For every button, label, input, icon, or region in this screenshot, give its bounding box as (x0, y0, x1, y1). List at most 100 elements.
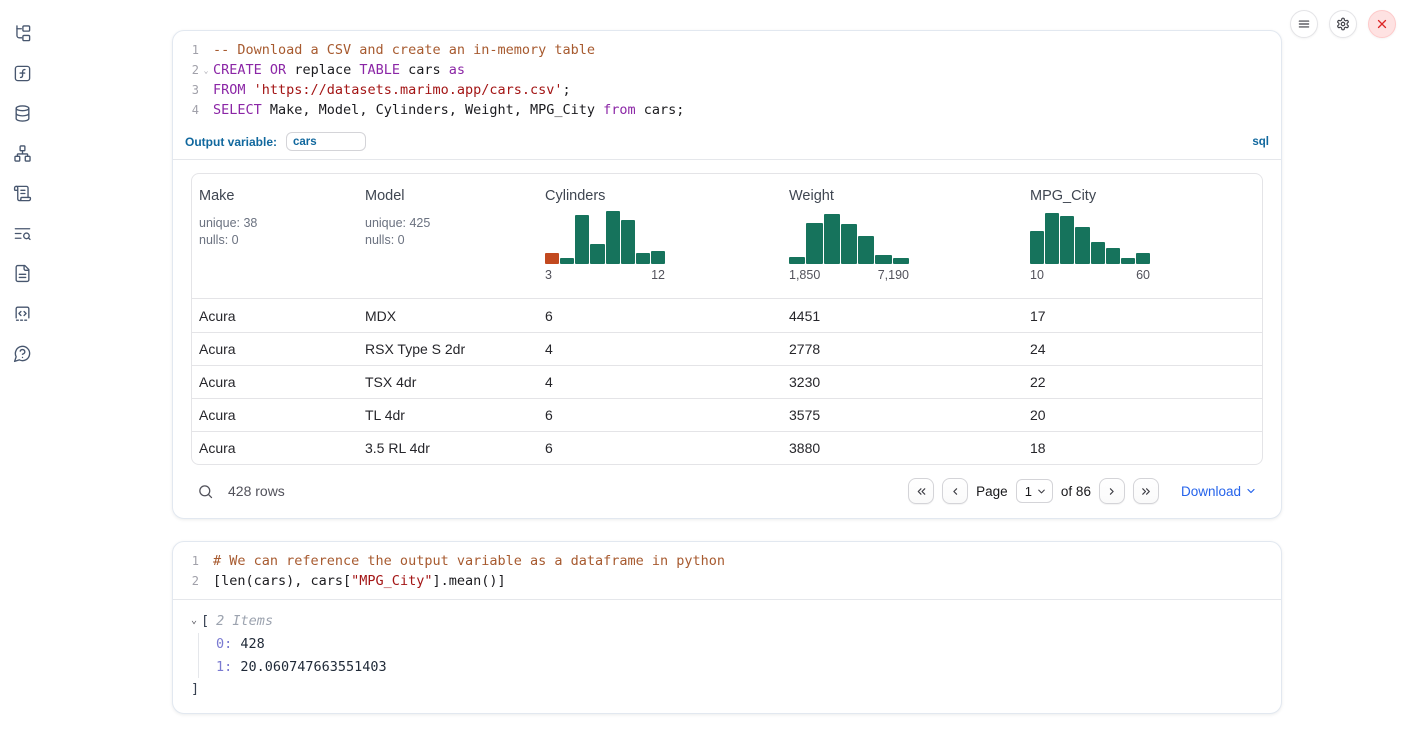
histogram-bar (651, 251, 665, 264)
table-search-button[interactable] (197, 483, 214, 500)
column-header-cylinders[interactable]: Cylinders 312 (538, 174, 782, 298)
table-row[interactable]: AcuraTSX 4dr4323022 (192, 365, 1262, 398)
table-cell: Acura (192, 333, 358, 365)
histogram-bar (1106, 248, 1120, 264)
column-header-make[interactable]: Make unique: 38nulls: 0 (192, 174, 358, 298)
python-output: ⌄ [ 2 Items 0: 4281: 20.060747663551403 … (173, 600, 1281, 713)
histogram-bar (590, 244, 604, 264)
table-cell: 3.5 RL 4dr (358, 432, 538, 464)
table-cell: 17 (1023, 299, 1262, 332)
table-cell: 3880 (782, 432, 1023, 464)
histogram-bar (1045, 213, 1059, 264)
sidebar-item-code-snippet[interactable] (11, 302, 33, 324)
column-header-weight[interactable]: Weight1,8507,190 (782, 174, 1023, 298)
column-name: Cylinders (545, 188, 776, 204)
tree-head: ⌄ [ 2 Items (191, 613, 1265, 629)
pagination: Page 1 of 86 Download (908, 478, 1257, 504)
sql-code-editor[interactable]: 1-- Download a CSV and create an in-memo… (173, 31, 1281, 128)
histogram-bar (789, 257, 805, 264)
first-page-button[interactable] (908, 478, 934, 504)
code-snippet-icon (13, 304, 32, 323)
code-text: CREATE OR replace TABLE cars as (213, 62, 465, 78)
table-row[interactable]: Acura3.5 RL 4dr6388018 (192, 431, 1262, 464)
table-cell: Acura (192, 399, 358, 431)
column-stats: unique: 425nulls: 0 (365, 215, 532, 249)
code-line: 1-- Download a CSV and create an in-memo… (173, 40, 1281, 60)
column-name: Model (365, 188, 532, 204)
column-header-mpg_city[interactable]: MPG_City 1060 (1023, 174, 1262, 298)
histogram-bar (1075, 227, 1089, 264)
output-variable-label: Output variable: (185, 135, 277, 149)
list-item: 1: 20.060747663551403 (216, 656, 1265, 679)
download-label: Download (1181, 484, 1241, 499)
last-page-button[interactable] (1133, 478, 1159, 504)
table-footer: 428 rows Page 1 of 86 (191, 465, 1263, 506)
network-icon (13, 144, 32, 163)
histogram-bar (824, 214, 840, 264)
code-text: FROM 'https://datasets.marimo.app/cars.c… (213, 82, 571, 98)
sidebar-item-text-search[interactable] (11, 222, 33, 244)
histogram-bar (1030, 231, 1044, 264)
table-cell: TL 4dr (358, 399, 538, 431)
collapse-caret-icon[interactable]: ⌄ (191, 616, 197, 626)
sidebar-item-scroll-text[interactable] (11, 182, 33, 204)
chevrons-left-icon (915, 485, 928, 498)
python-code-editor[interactable]: 1# We can reference the output variable … (173, 542, 1281, 599)
histogram-bar (1136, 253, 1150, 264)
histogram-bar (858, 236, 874, 264)
code-line: 2[len(cars), cars["MPG_City"].mean()] (173, 571, 1281, 591)
text-search-icon (13, 224, 32, 243)
output-variable-row: Output variable: sql (173, 128, 1281, 159)
column-stats: unique: 38nulls: 0 (199, 215, 352, 249)
table-cell: 2778 (782, 333, 1023, 365)
table-cell: 4 (538, 333, 782, 365)
sidebar-item-file-text[interactable] (11, 262, 33, 284)
sidebar-item-network[interactable] (11, 142, 33, 164)
fold-caret-icon[interactable]: ⌄ (199, 66, 213, 75)
sql-cell: 1-- Download a CSV and create an in-memo… (172, 30, 1282, 519)
page-select[interactable]: 1 (1016, 479, 1053, 503)
sidebar (0, 0, 44, 729)
table-cell: 4 (538, 366, 782, 398)
table-row[interactable]: AcuraMDX6445117 (192, 299, 1262, 332)
column-histogram[interactable]: 1,8507,190 (789, 211, 909, 282)
histogram-bar (560, 258, 574, 264)
function-square-icon (13, 64, 32, 83)
page-label: Page (976, 484, 1008, 499)
prev-page-button[interactable] (942, 478, 968, 504)
column-header-model[interactable]: Model unique: 425nulls: 0 (358, 174, 538, 298)
table-cell: 20 (1023, 399, 1262, 431)
line-number: 2 (173, 574, 199, 588)
sidebar-item-help-circle[interactable] (11, 342, 33, 364)
table-cell: 4451 (782, 299, 1023, 332)
chevron-right-icon (1105, 485, 1118, 498)
tree-children: 0: 4281: 20.060747663551403 (198, 633, 1265, 678)
code-text: SELECT Make, Model, Cylinders, Weight, M… (213, 102, 684, 118)
histogram-bar (606, 211, 620, 264)
table-row[interactable]: AcuraRSX Type S 2dr4277824 (192, 332, 1262, 365)
column-histogram[interactable]: 1060 (1030, 211, 1150, 282)
settings-button[interactable] (1329, 10, 1357, 38)
language-badge[interactable]: sql (1252, 136, 1269, 148)
sidebar-item-file-tree[interactable] (11, 22, 33, 44)
histogram-bar (1091, 242, 1105, 264)
close-button[interactable] (1368, 10, 1396, 38)
column-histogram[interactable]: 312 (545, 211, 665, 282)
sidebar-item-function-square[interactable] (11, 62, 33, 84)
table-cell: 6 (538, 299, 782, 332)
line-number: 1 (173, 554, 199, 568)
menu-button[interactable] (1290, 10, 1318, 38)
output-variable-input[interactable] (286, 132, 366, 151)
row-count-label: 428 rows (228, 483, 285, 499)
page-of-label: of 86 (1061, 484, 1091, 499)
sidebar-item-database[interactable] (11, 102, 33, 124)
download-button[interactable]: Download (1181, 484, 1257, 499)
column-name: MPG_City (1030, 188, 1256, 204)
column-name: Make (199, 188, 352, 204)
histogram-bar (545, 253, 559, 264)
line-number: 2 (173, 63, 199, 77)
next-page-button[interactable] (1099, 478, 1125, 504)
table-cell: MDX (358, 299, 538, 332)
marimo-notebook: 1-- Download a CSV and create an in-memo… (0, 0, 1408, 729)
table-row[interactable]: AcuraTL 4dr6357520 (192, 398, 1262, 431)
